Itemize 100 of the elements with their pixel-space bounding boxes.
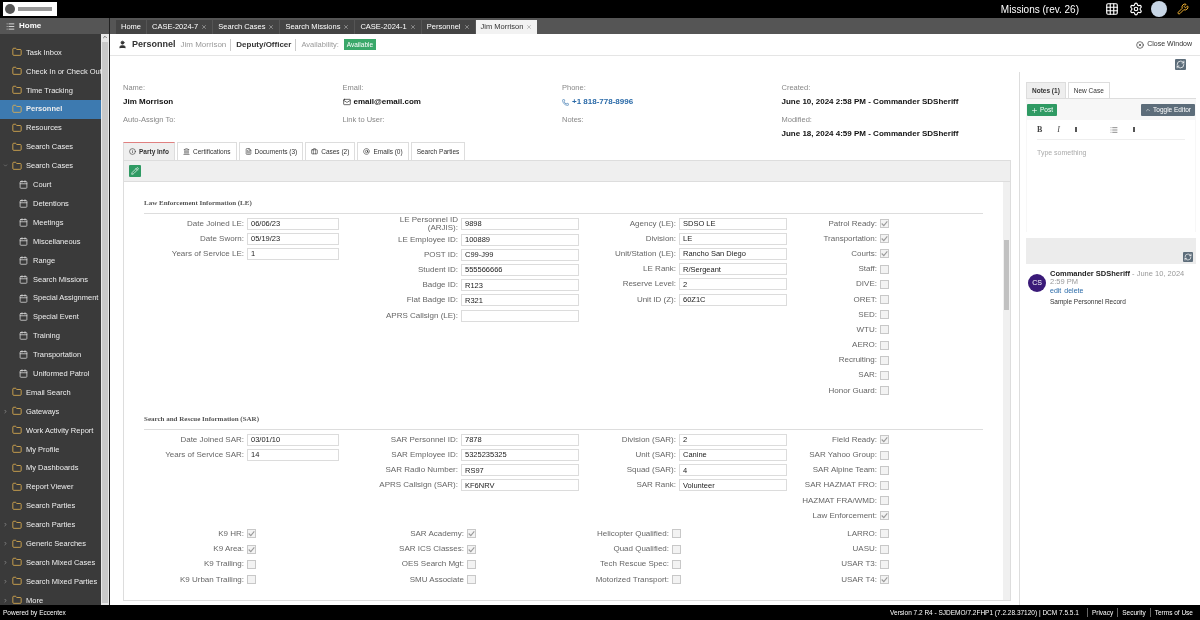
checkbox[interactable] (467, 575, 476, 585)
refresh-icon[interactable] (1183, 252, 1193, 262)
scroll-up-icon[interactable] (102, 34, 108, 40)
field-label: Unit (SAR): (634, 451, 676, 460)
field-label: WTU: (855, 325, 877, 334)
caret-icon[interactable] (3, 522, 8, 528)
checkbox[interactable] (880, 264, 889, 274)
sidebar-header[interactable]: Home (0, 18, 109, 34)
avatar[interactable] (1151, 1, 1167, 17)
checkbox[interactable] (880, 529, 889, 539)
checkbox[interactable] (467, 529, 476, 539)
divider-icon[interactable] (1133, 126, 1135, 133)
field-label: Years of Service SAR: (164, 451, 244, 460)
checkbox[interactable] (880, 435, 889, 445)
checkbox[interactable] (880, 559, 889, 569)
checkbox[interactable] (880, 544, 889, 554)
apps-grid-icon[interactable] (1105, 2, 1119, 16)
list-icon[interactable] (1110, 125, 1118, 134)
field-label: K9 Urban Trailing: (178, 575, 244, 584)
checkbox[interactable] (672, 575, 681, 585)
scrollbar[interactable] (1003, 182, 1010, 600)
calendar-icon (19, 255, 28, 265)
checkbox[interactable] (467, 544, 476, 554)
refresh-icon[interactable] (1175, 58, 1186, 70)
field-label: Date Sworn: (198, 234, 244, 243)
caret-icon[interactable] (3, 541, 8, 547)
field-label: SMU Associate (408, 575, 464, 584)
field-label: SAR HAZMAT FRO: (803, 481, 877, 490)
field-label: SAR Academy: (409, 529, 464, 538)
phone-icon (562, 98, 569, 106)
field-label: APRS Callsign (LE): (384, 311, 458, 320)
folder-icon (12, 538, 22, 549)
checkbox[interactable] (880, 450, 889, 460)
field-label: Squad (SAR): (625, 466, 676, 475)
checkbox[interactable] (880, 279, 889, 289)
edit-icon[interactable] (129, 165, 141, 177)
checkbox[interactable] (247, 559, 256, 569)
scrollbar[interactable] (101, 34, 109, 605)
at-icon (363, 148, 371, 155)
field-label: K9 Area: (212, 545, 244, 554)
checkbox[interactable] (880, 295, 889, 305)
field-label: Patrol Ready: (827, 219, 877, 228)
checkbox[interactable] (880, 355, 889, 365)
input-field[interactable] (461, 309, 579, 322)
field-label: Years of Service LE: (170, 249, 244, 258)
info-value[interactable]: +1 818-778-8996 (572, 96, 634, 109)
checkbox[interactable] (880, 234, 889, 244)
folder-icon (12, 444, 22, 455)
checkbox[interactable] (880, 340, 889, 350)
folder-icon (12, 47, 22, 58)
calendar-icon (19, 274, 28, 284)
wrench-icon[interactable] (1177, 3, 1189, 15)
app-title: Missions (rev. 26) (1000, 2, 1079, 17)
checkbox[interactable] (247, 575, 256, 585)
checkbox[interactable] (880, 496, 889, 506)
format-button[interactable]: B (1037, 123, 1043, 136)
checkbox[interactable] (880, 480, 889, 490)
checkbox[interactable] (880, 511, 889, 521)
field-label: UASU: (851, 545, 877, 554)
logo (3, 2, 57, 16)
caret-icon[interactable] (3, 560, 8, 565)
settings-icon[interactable] (1129, 2, 1143, 16)
field-label: Flat Badge ID: (405, 296, 458, 305)
field-label: OES Search Mgt: (400, 560, 464, 569)
checkbox[interactable] (880, 325, 889, 335)
checkbox[interactable] (247, 529, 256, 539)
caret-icon[interactable] (3, 578, 8, 584)
checkbox[interactable] (672, 529, 681, 539)
checkbox[interactable] (880, 575, 889, 585)
checkbox[interactable] (880, 310, 889, 320)
folder-icon (12, 123, 22, 133)
field-label: SAR Alpine Team: (811, 466, 877, 475)
checkbox[interactable] (880, 219, 889, 229)
checkbox[interactable] (880, 386, 889, 396)
field-label: USAR T3: (840, 560, 877, 569)
checkbox[interactable] (467, 559, 476, 569)
checkbox[interactable] (247, 544, 256, 554)
info-value: email@email.com (353, 96, 421, 109)
caret-icon[interactable] (3, 163, 8, 169)
record-name: Jim Morrison (180, 38, 232, 51)
menu-icon (6, 21, 15, 31)
field-label: Motorized Transport: (594, 575, 669, 584)
caret-icon[interactable] (3, 597, 8, 603)
calendar-icon (19, 312, 28, 322)
field-label: SAR Employee ID: (390, 451, 458, 460)
checkbox[interactable] (672, 559, 681, 569)
checkbox[interactable] (672, 544, 681, 554)
format-button[interactable]: I (1057, 123, 1060, 136)
calendar-icon (19, 180, 28, 190)
caret-icon[interactable] (3, 408, 8, 414)
checkbox[interactable] (880, 465, 889, 475)
field-label: SAR Personnel ID: (389, 435, 458, 444)
checkbox[interactable] (880, 249, 889, 259)
caret-icon (1145, 107, 1152, 113)
folder-icon (12, 160, 22, 171)
calendar-icon (19, 350, 28, 360)
folder-icon (12, 576, 22, 587)
field-label: Badge ID: (421, 281, 458, 290)
field-label: LE Personnel ID (ARJIS): (398, 216, 458, 232)
checkbox[interactable] (880, 370, 889, 380)
